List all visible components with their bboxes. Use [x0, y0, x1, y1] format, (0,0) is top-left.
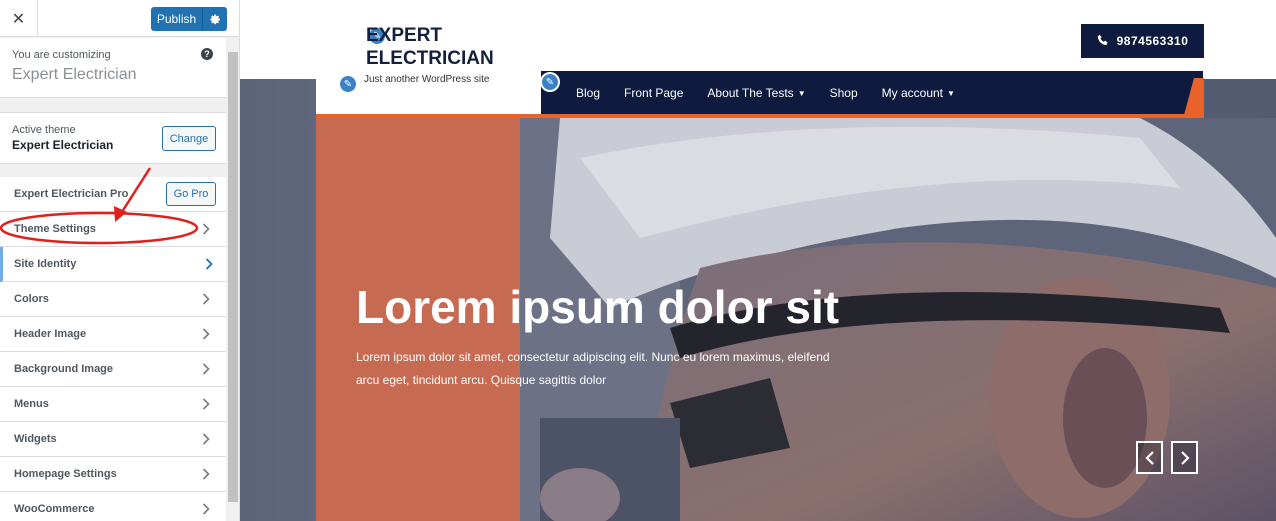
- customizing-label: You are customizing: [12, 49, 111, 61]
- section-label: Header Image: [14, 328, 87, 340]
- phone-icon: [1097, 34, 1109, 49]
- active-theme-name: Expert Electrician: [12, 138, 114, 152]
- caret-down-icon: ▼: [947, 88, 955, 98]
- site-title[interactable]: EXPERT ELECTRICIAN: [366, 24, 516, 70]
- chevron-right-icon: [202, 432, 214, 446]
- chevron-left-icon: [1144, 450, 1154, 465]
- section-label: Site Identity: [14, 258, 77, 270]
- section-label: Homepage Settings: [14, 468, 117, 480]
- section-theme-settings[interactable]: Theme Settings: [0, 212, 226, 247]
- nav-accent-stripe: [1184, 78, 1204, 115]
- scrollbar-thumb[interactable]: [228, 52, 238, 502]
- section-label: WooCommerce: [14, 503, 95, 515]
- publish-group: Publish: [151, 7, 227, 31]
- nav-item-shop[interactable]: Shop: [830, 86, 858, 100]
- customizing-info: You are customizing Expert Electrician ?: [0, 38, 226, 98]
- section-label: Menus: [14, 398, 49, 410]
- edit-tagline-shortcut-icon[interactable]: ✎: [338, 74, 358, 94]
- section-header-image[interactable]: Header Image: [0, 317, 226, 352]
- nav-menu: Blog Front Page About The Tests ▼ Shop My…: [576, 71, 979, 115]
- go-pro-button[interactable]: Go Pro: [166, 182, 216, 206]
- nav-item-label: Blog: [576, 86, 601, 100]
- chevron-right-icon: [202, 327, 214, 341]
- nav-item-blog[interactable]: Blog: [576, 86, 600, 100]
- hero-text: Lorem ipsum dolor sit amet, consectetur …: [356, 350, 830, 387]
- customizer-window: ✕ Publish You are customizing Expert Ele…: [0, 0, 1276, 521]
- section-woocommerce[interactable]: WooCommerce: [0, 492, 226, 521]
- caret-down-icon: ▼: [797, 88, 806, 98]
- nav-item-label: Shop: [829, 86, 858, 100]
- help-icon[interactable]: ?: [201, 48, 213, 60]
- close-icon: ✕: [11, 10, 26, 28]
- chevron-right-icon: [202, 222, 214, 236]
- active-theme-panel: Active theme Expert Electrician Change: [0, 112, 226, 164]
- site-preview: ✎ EXPERT ELECTRICIAN ✎ Just another Word…: [240, 0, 1276, 521]
- section-background-image[interactable]: Background Image: [0, 352, 226, 387]
- publish-settings-button[interactable]: [202, 7, 227, 31]
- nav-item-label: About The Tests: [707, 86, 794, 100]
- section-label: Background Image: [14, 363, 114, 375]
- section-pro: Expert Electrician Pro Go Pro: [0, 177, 226, 212]
- section-site-identity[interactable]: Site Identity: [0, 247, 226, 282]
- chevron-right-icon: [202, 362, 214, 376]
- nav-item-my-account[interactable]: My account ▼: [882, 86, 955, 100]
- close-customizer-button[interactable]: ✕: [0, 0, 38, 37]
- edit-menu-shortcut-icon[interactable]: ✎: [540, 72, 560, 92]
- gear-icon: [209, 14, 220, 24]
- chevron-right-icon: [202, 397, 214, 411]
- nav-item-label: Front Page: [624, 86, 684, 100]
- section-menus[interactable]: Menus: [0, 387, 226, 422]
- chevron-right-icon: [202, 502, 214, 516]
- chevron-right-icon: [202, 292, 214, 306]
- site-tagline: Just another WordPress site: [364, 74, 490, 85]
- section-colors[interactable]: Colors: [0, 282, 226, 317]
- section-label: Widgets: [14, 433, 57, 445]
- chevron-right-icon: [1180, 450, 1190, 465]
- chevron-right-icon: [205, 257, 217, 271]
- nav-item-about-the-tests[interactable]: About The Tests ▼: [707, 86, 805, 100]
- phone-button[interactable]: 9874563310: [1081, 24, 1204, 58]
- sidebar-panel: You are customizing Expert Electrician ?…: [0, 38, 226, 521]
- customizing-site-title: Expert Electrician: [12, 66, 137, 83]
- nav-item-label: My account: [881, 86, 943, 100]
- sidebar-header: ✕ Publish: [0, 0, 239, 37]
- phone-number: 9874563310: [1116, 34, 1189, 48]
- section-widgets[interactable]: Widgets: [0, 422, 226, 457]
- chevron-right-icon: [202, 467, 214, 481]
- site-branding: ✎ EXPERT ELECTRICIAN ✎ Just another Word…: [316, 0, 541, 115]
- section-label: Theme Settings: [14, 223, 96, 235]
- change-theme-button[interactable]: Change: [162, 126, 216, 151]
- slider-next-button[interactable]: [1171, 441, 1198, 474]
- slider-prev-button[interactable]: [1136, 441, 1163, 474]
- customizer-sidebar: ✕ Publish You are customizing Expert Ele…: [0, 0, 240, 521]
- section-list: Expert Electrician Pro Go Pro Theme Sett…: [0, 177, 226, 521]
- hero-title: Lorem ipsum dolor sit: [356, 281, 840, 333]
- publish-button[interactable]: Publish: [151, 7, 202, 31]
- section-homepage-settings[interactable]: Homepage Settings: [0, 457, 226, 492]
- section-pro-label: Expert Electrician Pro: [14, 188, 129, 200]
- nav-item-front-page[interactable]: Front Page: [624, 86, 683, 100]
- sidebar-scrollbar[interactable]: [226, 38, 239, 521]
- active-theme-label: Active theme: [12, 124, 76, 136]
- section-label: Colors: [14, 293, 49, 305]
